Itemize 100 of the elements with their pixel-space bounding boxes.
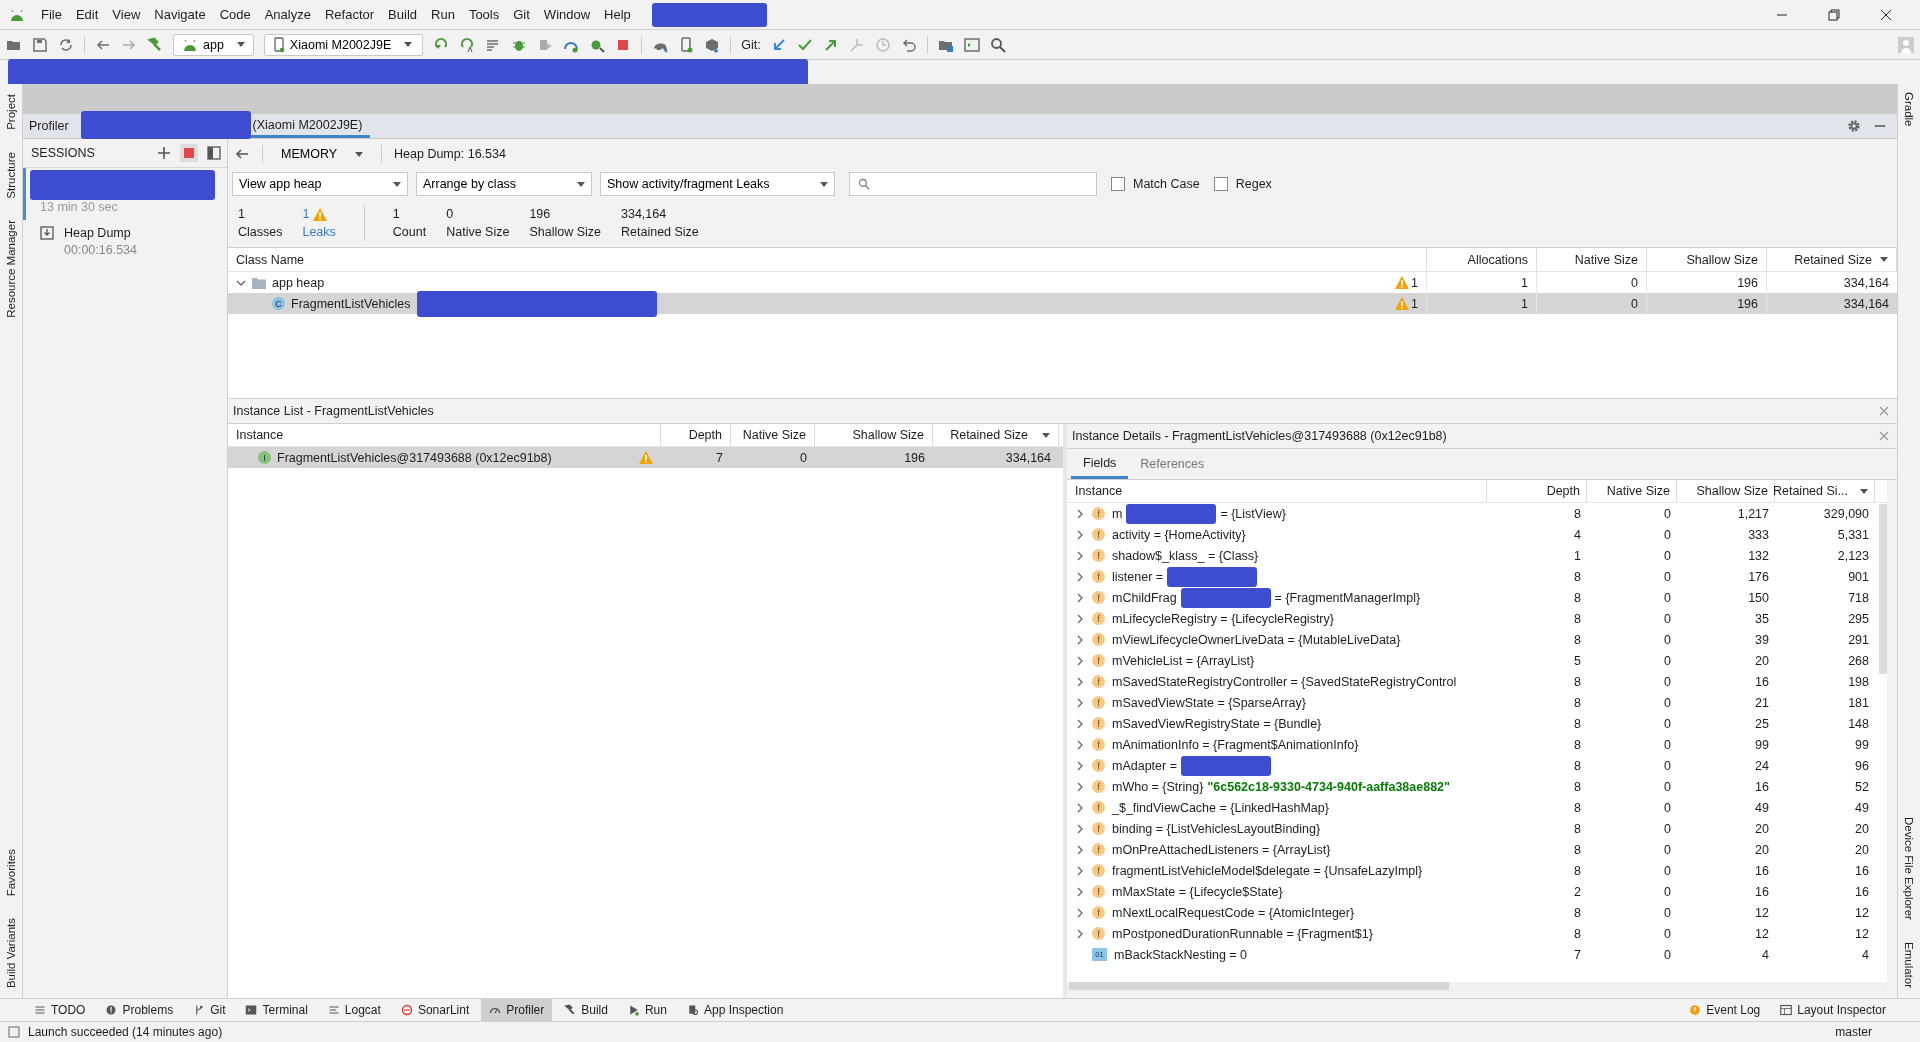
tool-window-button[interactable]: SonarLint (392, 999, 478, 1021)
menu-item[interactable]: Git (506, 7, 537, 22)
menu-item[interactable]: Refactor (317, 7, 382, 22)
chevron-icon[interactable] (1075, 529, 1085, 540)
chevron-icon[interactable] (1075, 760, 1085, 771)
chevron-icon[interactable] (1075, 781, 1085, 792)
chevron-icon[interactable] (1075, 676, 1085, 687)
chevron-icon[interactable] (1075, 823, 1085, 834)
save-icon[interactable] (32, 36, 48, 53)
search-icon[interactable] (989, 36, 1006, 53)
chevron-icon[interactable] (1075, 697, 1085, 708)
menu-item[interactable]: File (34, 7, 69, 22)
chevron-icon[interactable] (1075, 928, 1085, 939)
menu-item[interactable]: Run (424, 7, 462, 22)
tool-window-button[interactable]: App Inspection (678, 999, 792, 1021)
chevron-icon[interactable] (1075, 844, 1085, 855)
menu-item[interactable]: Build (381, 7, 424, 22)
add-icon[interactable] (157, 146, 171, 160)
tool-window-button[interactable]: Problems (97, 999, 182, 1021)
device-dropdown[interactable]: Xiaomi M2002J9E (263, 33, 424, 56)
column-header[interactable]: Native Size (731, 424, 815, 446)
column-header[interactable]: Shallow Size (1677, 480, 1775, 502)
tool-window-button[interactable]: Terminal (237, 999, 316, 1021)
chevron-icon[interactable] (1075, 739, 1085, 750)
sync-icon[interactable] (58, 36, 74, 53)
column-header[interactable]: Native Size (1537, 248, 1647, 271)
chevron-icon[interactable] (1075, 508, 1085, 519)
tool-window-tab[interactable]: Structure (5, 151, 17, 199)
menu-item[interactable]: View (105, 7, 148, 22)
chevron-icon[interactable] (1075, 550, 1085, 561)
search-field[interactable] (849, 172, 1097, 196)
table-row[interactable]: C FragmentListVehicles 1 1 0 196 334,164 (228, 293, 1897, 314)
column-header[interactable]: Shallow Size (1647, 248, 1767, 271)
tool-window-button[interactable]: Build (556, 999, 616, 1021)
chevron-icon[interactable] (1075, 865, 1085, 876)
column-header[interactable]: Retained Si... (1775, 480, 1875, 502)
tool-window-button[interactable]: Run (619, 999, 675, 1021)
column-header[interactable]: Retained Size (933, 424, 1059, 446)
module-dropdown[interactable]: app (173, 33, 254, 56)
menu-item[interactable]: Tools (461, 7, 507, 22)
menu-item[interactable]: Window (536, 7, 598, 22)
scrollbar[interactable] (1069, 982, 1449, 990)
filter-dropdown[interactable]: Arrange by class (416, 172, 592, 196)
menu-item[interactable]: Navigate (147, 7, 213, 22)
tool-window-button[interactable]: TODO (26, 999, 94, 1021)
chevron-icon[interactable] (1075, 592, 1085, 603)
chevron-icon[interactable] (1075, 718, 1085, 729)
stop-button[interactable] (180, 144, 198, 162)
tool-window-tab[interactable]: Project (5, 94, 17, 130)
column-header[interactable]: Depth (1487, 480, 1587, 502)
tool-window-button[interactable]: Profiler (481, 999, 553, 1021)
tool-window-tab[interactable]: Emulator (1903, 941, 1915, 988)
menu-item[interactable]: Analyze (257, 7, 318, 22)
tool-window-tab[interactable]: Favorites (5, 848, 17, 896)
menu-item[interactable]: Code (212, 7, 258, 22)
column-header[interactable]: Instance (228, 424, 661, 446)
chevron-icon[interactable] (1075, 613, 1085, 624)
package-icon[interactable] (704, 36, 721, 53)
menu-item[interactable]: Edit (68, 7, 106, 22)
regex-checkbox[interactable] (1213, 177, 1228, 191)
match-case-checkbox[interactable] (1111, 177, 1125, 191)
tool-window-tab[interactable]: Resource Manager (5, 220, 17, 319)
hammer-icon[interactable] (147, 36, 163, 53)
restore-icon[interactable] (1826, 6, 1842, 23)
tool-window-button[interactable]: Git (185, 999, 234, 1021)
chevron-icon[interactable] (1075, 802, 1085, 813)
tool-window-button[interactable]: Logcat (319, 999, 389, 1021)
panel-icon[interactable] (207, 146, 221, 160)
column-header[interactable]: Class Name (228, 248, 1427, 271)
column-header[interactable]: Depth (661, 424, 731, 446)
column-header[interactable]: Instance (1067, 480, 1487, 502)
chevron-icon[interactable] (1075, 571, 1085, 582)
phone-icon[interactable] (678, 36, 695, 53)
chevron-icon[interactable] (1075, 907, 1085, 918)
menu-item[interactable]: Help (597, 7, 638, 22)
tool-window-tab[interactable]: Build Variants (5, 917, 17, 988)
column-header[interactable]: Native Size (1587, 480, 1677, 502)
scrollbar[interactable] (1879, 504, 1887, 674)
leaks-link[interactable]: 1 Leaks (302, 207, 336, 239)
column-header[interactable]: Allocations (1427, 248, 1537, 271)
terminal-window-icon[interactable] (963, 36, 980, 53)
git-branch[interactable]: master (1835, 1025, 1872, 1039)
filter-dropdown[interactable]: Show activity/fragment Leaks (600, 172, 835, 196)
chevron-icon[interactable] (1075, 634, 1085, 645)
tool-window-tab[interactable]: Device File Explorer (1903, 817, 1915, 920)
tool-window-button[interactable]: Layout Inspector (1772, 999, 1894, 1021)
tool-window-tab[interactable]: Gradle (1903, 92, 1915, 127)
session-tab[interactable]: (Xiaomi M2002J9E) (80, 114, 371, 138)
tool-window-button[interactable]: Event Log (1681, 999, 1769, 1021)
heap-dump-item[interactable]: Heap Dump 00:00:16.534 (23, 220, 227, 263)
window-icon[interactable] (8, 1026, 20, 1038)
settings-icon[interactable] (1847, 119, 1861, 133)
table-row[interactable]: I FragmentListVehicles@317493688 (0x12ec91b8) 7 0 196 334,164 (228, 447, 1063, 468)
tab[interactable]: References (1128, 449, 1217, 479)
filter-dropdown[interactable]: View app heap (232, 172, 408, 196)
undo-icon[interactable] (900, 36, 917, 53)
chevron-icon[interactable] (1075, 886, 1085, 897)
profiler-dropdown[interactable]: MEMORY (275, 147, 370, 161)
column-header[interactable]: Shallow Size (815, 424, 933, 446)
chevron-icon[interactable] (1075, 655, 1085, 666)
